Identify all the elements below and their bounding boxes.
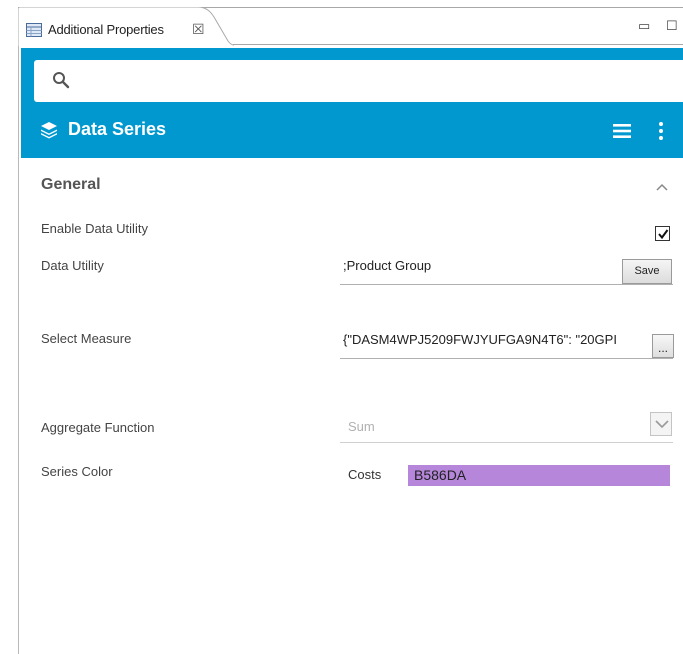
data-utility-underline bbox=[340, 284, 673, 285]
maximize-icon[interactable]: ☐ bbox=[666, 18, 678, 34]
save-button[interactable]: Save bbox=[622, 259, 672, 284]
panel-title: Data Series bbox=[68, 119, 167, 139]
enable-data-utility-label: Enable Data Utility bbox=[41, 221, 148, 236]
series-color-swatch[interactable]: B586DA bbox=[408, 465, 670, 486]
chevron-up-icon[interactable] bbox=[655, 182, 669, 192]
layers-icon bbox=[41, 122, 57, 139]
data-utility-label: Data Utility bbox=[41, 258, 104, 273]
close-icon[interactable]: ☒ bbox=[192, 21, 205, 38]
series-name: Costs bbox=[348, 467, 382, 482]
hamburger-icon[interactable] bbox=[613, 124, 631, 138]
select-measure-field[interactable]: {"DASM4WPJ5209FWJYUFGA9N4T6": "20GPI bbox=[343, 332, 651, 347]
tab-additional-properties[interactable]: Additional Properties ☒ bbox=[18, 7, 234, 47]
section-title-general: General bbox=[41, 176, 101, 193]
aggregate-function-dropdown[interactable] bbox=[650, 412, 672, 436]
aggregate-function-label: Aggregate Function bbox=[41, 420, 155, 435]
series-color-hex: B586DA bbox=[414, 467, 467, 483]
view-left-border bbox=[18, 46, 19, 654]
series-color-label: Series Color bbox=[41, 464, 113, 479]
enable-data-utility-checkbox[interactable] bbox=[655, 226, 670, 241]
tab-title: Additional Properties bbox=[48, 22, 164, 37]
view-tab-strip: Additional Properties ☒ ▭ ☐ bbox=[0, 0, 683, 46]
aggregate-function-underline bbox=[340, 442, 673, 443]
tab-strip-bottom-border bbox=[233, 44, 683, 45]
aggregate-function-select[interactable]: Sum bbox=[348, 419, 375, 434]
chevron-down-icon bbox=[655, 420, 669, 429]
data-utility-field[interactable]: ;Product Group bbox=[343, 258, 613, 273]
minimize-icon[interactable]: ▭ bbox=[638, 18, 650, 34]
select-measure-underline bbox=[340, 358, 673, 359]
properties-table-icon bbox=[26, 23, 42, 37]
browse-measure-button[interactable]: ... bbox=[652, 334, 674, 358]
search-icon bbox=[53, 72, 70, 89]
checkmark-icon bbox=[658, 229, 669, 240]
kebab-icon[interactable] bbox=[658, 121, 664, 141]
search-input[interactable] bbox=[78, 64, 668, 98]
select-measure-label: Select Measure bbox=[41, 331, 132, 346]
